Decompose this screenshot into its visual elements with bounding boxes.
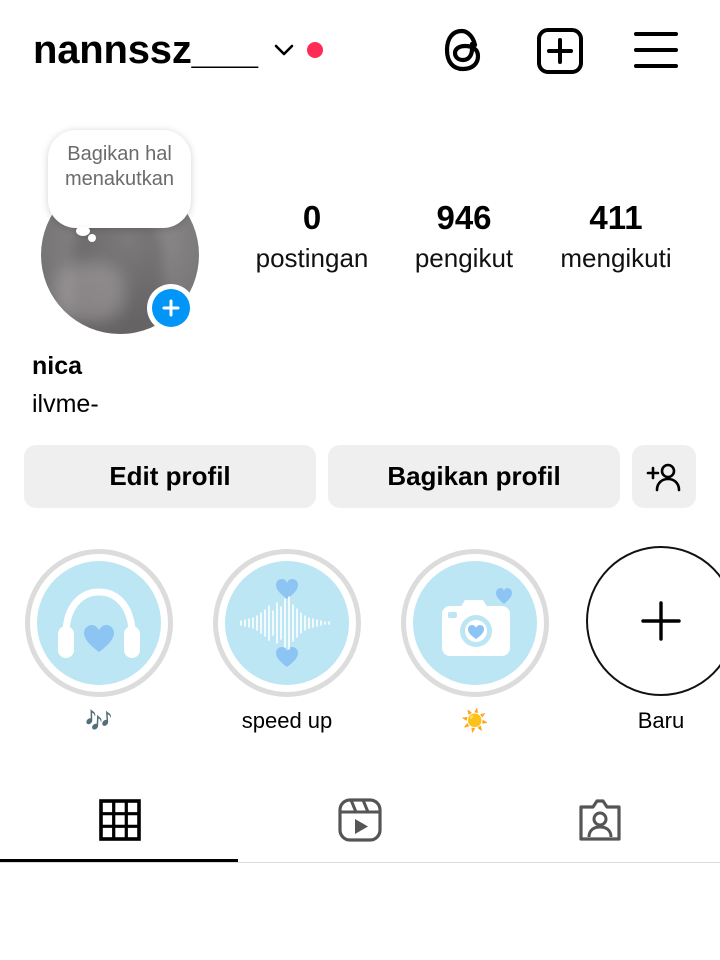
threads-icon[interactable] — [441, 25, 487, 75]
menu-icon[interactable] — [634, 30, 678, 70]
plus-icon — [162, 299, 180, 317]
profile-bio: ilvme- — [32, 390, 99, 418]
tab-tagged[interactable] — [480, 778, 720, 862]
highlight-label-sun: ☀️ — [461, 708, 489, 733]
following-label: mengikuti — [560, 243, 672, 273]
headphones-heart-icon — [58, 588, 140, 658]
camera-heart-icon — [442, 588, 512, 656]
highlight-label-new: Baru — [637, 708, 685, 733]
tagged-icon — [579, 799, 621, 841]
share-profile-button[interactable]: Bagikan profil — [328, 445, 620, 508]
tab-reels[interactable] — [240, 778, 480, 862]
highlight-speed-up[interactable] — [213, 549, 361, 697]
posts-label: postingan — [255, 243, 369, 273]
note-text: Bagikan hal menakutkan — [65, 143, 174, 190]
posts-count: 0 — [302, 199, 322, 236]
note-tail-dot-small — [88, 234, 96, 242]
note-bubble[interactable]: Bagikan hal menakutkan — [48, 130, 191, 228]
sound-wave-icon — [240, 579, 330, 667]
tab-posts-grid[interactable] — [0, 778, 240, 862]
tabs-divider — [0, 862, 720, 863]
create-post-icon[interactable] — [536, 27, 584, 75]
stat-following[interactable]: 411 mengikuti — [541, 198, 691, 274]
highlight-sun[interactable] — [401, 549, 549, 697]
notification-dot — [307, 42, 323, 58]
new-highlight-button[interactable] — [586, 546, 720, 696]
followers-label: pengikut — [414, 243, 514, 273]
highlight-music[interactable] — [25, 549, 173, 697]
plus-icon — [641, 601, 681, 641]
stat-followers[interactable]: 946 pengikut — [389, 198, 539, 274]
reels-icon — [338, 798, 382, 842]
following-count: 411 — [589, 199, 643, 236]
discover-people-button[interactable] — [632, 445, 696, 508]
profile-full-name: nica — [32, 352, 83, 380]
edit-profile-button[interactable]: Edit profil — [24, 445, 316, 508]
add-story-button[interactable] — [147, 284, 195, 332]
add-person-icon — [646, 463, 681, 491]
stat-posts[interactable]: 0 postingan — [237, 198, 387, 274]
followers-count: 946 — [436, 199, 492, 236]
highlight-label-speed-up: speed up — [241, 708, 333, 733]
chevron-down-icon[interactable] — [272, 38, 296, 62]
profile-username[interactable]: nannssz___ — [33, 22, 258, 78]
grid-icon — [99, 799, 141, 841]
highlight-label-music: 🎶 — [85, 708, 113, 733]
